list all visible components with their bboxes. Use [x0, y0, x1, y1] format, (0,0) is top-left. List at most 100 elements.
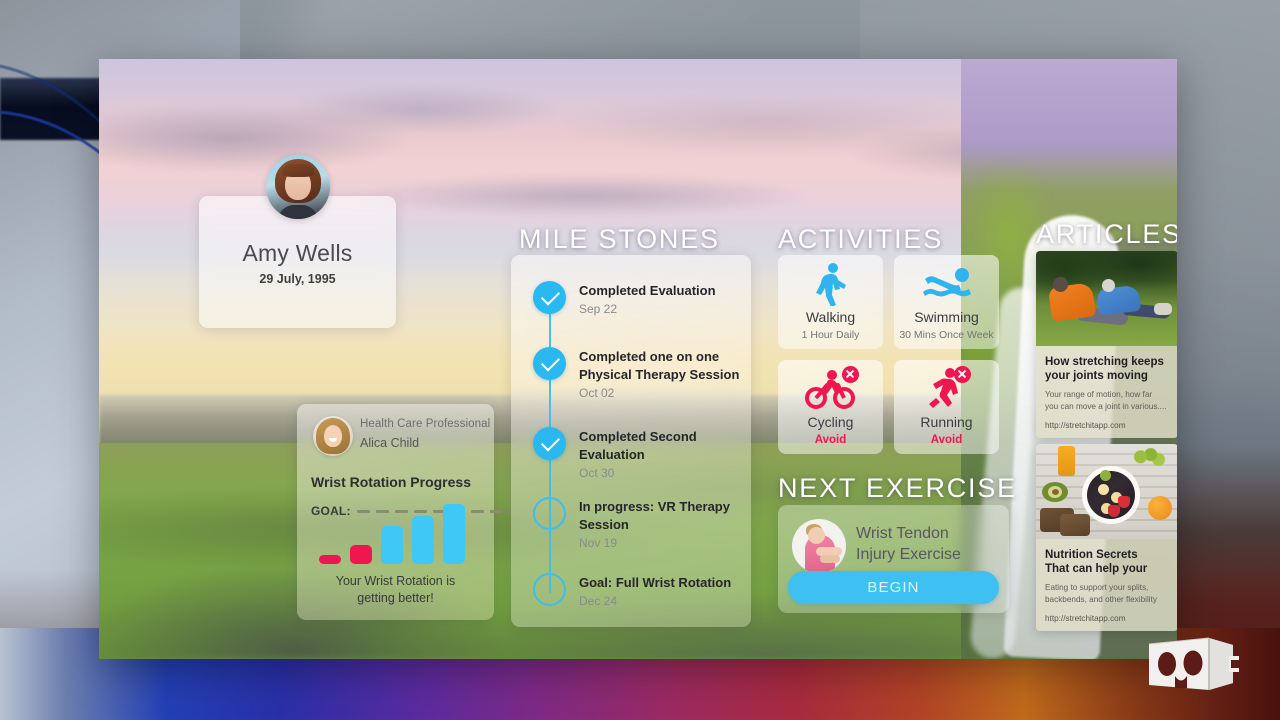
chart-bar: [412, 515, 434, 564]
clinician-role: Health Care Professional: [360, 418, 491, 430]
activities-header: ACTIVITIES: [778, 224, 944, 254]
article-card[interactable]: How stretching keeps your joints moving …: [1036, 251, 1177, 438]
article-image: [1036, 444, 1177, 539]
article-person-shoe: [1154, 303, 1172, 315]
patient-profile-card[interactable]: Amy Wells 29 July, 1995: [199, 155, 396, 328]
article-headline-line2: That can help your: [1045, 563, 1148, 576]
milestone-check-icon: [533, 427, 566, 460]
activity-name: Walking: [805, 309, 856, 325]
patient-name: Amy Wells: [242, 240, 353, 266]
avoid-x-badge-icon: [841, 365, 859, 383]
chart-bar: [381, 526, 403, 564]
avoid-x-badge-icon: [953, 365, 971, 383]
activity-detail: 30 Mins Once Week: [899, 329, 994, 341]
running-person-icon: [894, 365, 999, 413]
article-headline: How stretching keeps your joints moving: [1045, 355, 1169, 384]
activity-avoid-label: Avoid: [930, 434, 963, 446]
article-juice-glass: [1058, 446, 1075, 476]
article-orange: [1148, 496, 1172, 520]
milestone-text: Completed one on one Physical Therapy Se…: [579, 348, 741, 400]
article-headline-line1: Nutrition Secrets: [1045, 549, 1138, 561]
article-image: [1036, 251, 1177, 346]
exercise-thumbnail-forearm: [820, 555, 840, 563]
article-card[interactable]: Nutrition Secrets That can help your Eat…: [1036, 444, 1177, 631]
article-excerpt: Your range of motion, how far you can mo…: [1045, 389, 1169, 414]
article-excerpt: Eating to support your splits, backbends…: [1045, 582, 1169, 607]
milestone-pending-icon: [533, 497, 566, 530]
milestone-label: Goal: Full Wrist Rotation: [579, 575, 732, 590]
milestone-pending-icon: [533, 573, 566, 606]
article-body: Nutrition Secrets That can help your Eat…: [1036, 539, 1177, 631]
article-excerpt-line2: backbends, and other flexibility: [1045, 595, 1157, 605]
activity-card[interactable]: Swimming 30 Mins Once Week: [894, 255, 999, 349]
article-grapes: [1132, 448, 1166, 470]
activity-card[interactable]: Walking 1 Hour Daily: [778, 255, 883, 349]
milestone-check-icon: [533, 281, 566, 314]
article-excerpt-line1: Your range of motion, how far: [1045, 389, 1153, 399]
wrist-rotation-bar-chart: [319, 488, 474, 564]
begin-button[interactable]: BEGIN: [788, 571, 999, 604]
article-headline-line1: How stretching keeps: [1045, 356, 1164, 368]
milestones-card: Completed Evaluation Sep 22 Completed one …: [511, 255, 751, 627]
article-bread-slice-2: [1060, 514, 1090, 536]
exercise-thumbnail-head: [808, 527, 825, 544]
milestone-text: Completed Second Evaluation Oct 30: [579, 428, 741, 480]
article-kiwi: [1100, 470, 1111, 481]
patient-dob: 29 July, 1995: [259, 272, 336, 286]
avatar-fringe: [281, 164, 314, 177]
vr-dashboard-panel: Amy Wells 29 July, 1995 Health Care Prof…: [99, 59, 1177, 659]
milestone-label: Completed one on one Physical Therapy Se…: [579, 349, 740, 382]
milestone-label: Completed Second Evaluation: [579, 429, 697, 462]
goal-dash: [489, 509, 503, 513]
milestone-label: Completed Evaluation: [579, 283, 716, 298]
articles-header: ARTICLES: [1036, 219, 1177, 249]
milestone-date: Oct 02: [579, 385, 615, 400]
activity-card[interactable]: Running Avoid: [894, 360, 999, 454]
chart-bar: [350, 545, 372, 564]
exercise-name: Wrist Tendon Injury Exercise: [856, 523, 999, 565]
article-bowl-contents: [1087, 471, 1135, 519]
article-strawberries: [1118, 496, 1130, 508]
activity-name: Running: [920, 414, 973, 430]
exercise-name-line2: Injury Exercise: [856, 546, 961, 564]
article-url[interactable]: http://stretchitapp.com: [1045, 614, 1169, 623]
milestone-date: Nov 19: [579, 535, 618, 550]
avatar-shoulders: [277, 205, 318, 219]
clinician-name: Alica Child: [360, 436, 420, 450]
progress-message: Your Wrist Rotation is getting better!: [307, 573, 484, 609]
progress-message-line2: getting better!: [357, 591, 434, 606]
progress-message-line1: Your Wrist Rotation is: [335, 573, 456, 588]
article-body: How stretching keeps your joints moving …: [1036, 346, 1177, 438]
exercise-name-line1: Wrist Tendon: [856, 525, 949, 542]
article-banana-slices: [1098, 484, 1109, 495]
activity-avoid-label: Avoid: [814, 434, 847, 446]
milestone-date: Oct 30: [579, 465, 615, 480]
activity-card[interactable]: Cycling Avoid: [778, 360, 883, 454]
article-excerpt-line2: you can move a joint in various....: [1045, 402, 1167, 412]
vr-cardboard-headset-icon[interactable]: [1141, 636, 1239, 692]
chart-bar: [319, 555, 341, 564]
milestone-date: Dec 24: [579, 593, 618, 608]
milestone-text: In progress: VR Therapy Session Nov 19: [579, 498, 741, 550]
activity-detail: 1 Hour Daily: [801, 329, 860, 341]
cycling-person-icon: [778, 365, 883, 413]
exercise-thumbnail: [792, 519, 846, 573]
milestone-check-icon: [533, 347, 566, 380]
article-headline-line2: your joints moving: [1045, 370, 1148, 383]
milestones-header: MILE STONES: [519, 224, 720, 254]
milestone-date: Sep 22: [579, 301, 618, 316]
milestone-text: Goal: Full Wrist Rotation Dec 24: [579, 574, 741, 608]
article-avocado-pit: [1052, 489, 1059, 495]
chart-bar: [443, 503, 465, 564]
next-exercise-card[interactable]: Wrist Tendon Injury Exercise BEGIN: [778, 505, 1009, 613]
activity-name: Cycling: [807, 414, 854, 430]
milestone-label: In progress: VR Therapy Session: [579, 499, 730, 532]
avatar: [265, 155, 330, 219]
next-exercise-header: NEXT EXERCISE: [778, 473, 1017, 503]
milestone-text: Completed Evaluation Sep 22: [579, 282, 741, 316]
activity-name: Swimming: [914, 309, 979, 325]
article-person-head-1: [1053, 277, 1068, 292]
article-url[interactable]: http://stretchitapp.com: [1045, 421, 1169, 430]
progress-card[interactable]: Health Care Professional Alica Child Wri…: [297, 404, 541, 620]
swimming-person-icon: [894, 264, 999, 308]
